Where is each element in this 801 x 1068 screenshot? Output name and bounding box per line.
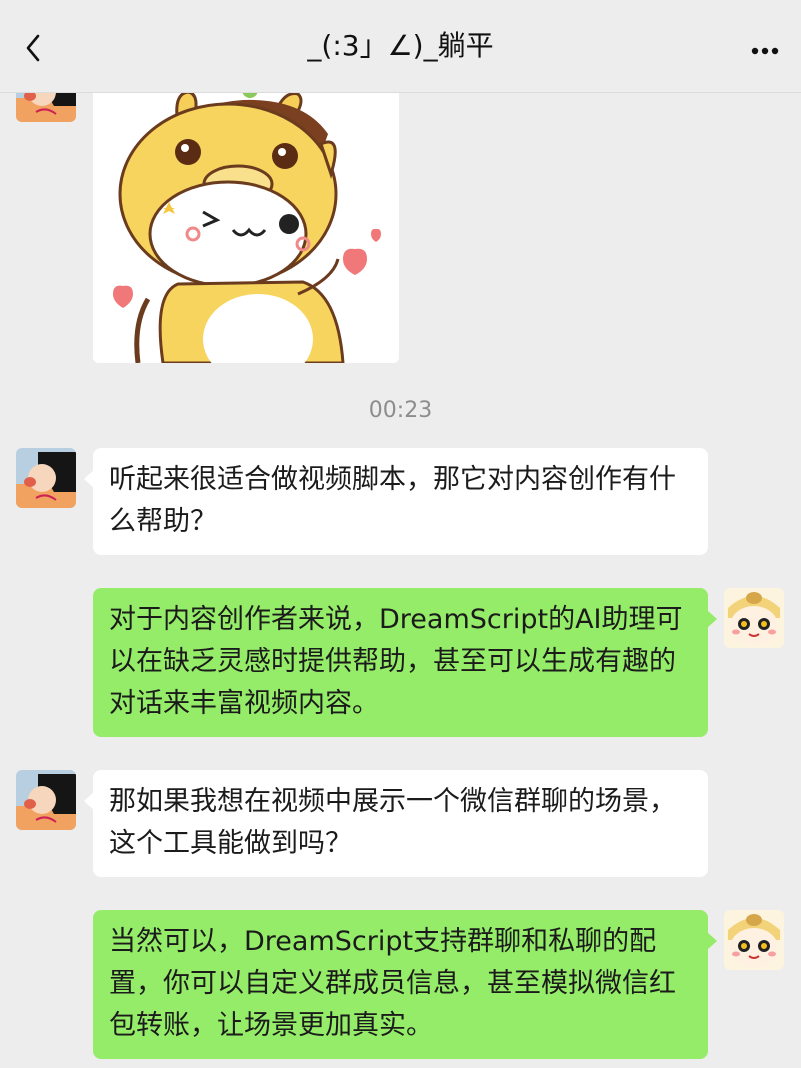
friend-avatar[interactable]: [16, 770, 76, 830]
friend-avatar[interactable]: [16, 92, 76, 122]
more-button[interactable]: [745, 30, 785, 66]
bubble-tail: [84, 792, 94, 810]
my-avatar[interactable]: [724, 910, 784, 970]
giraffe-cat-sticker-icon: [93, 92, 399, 363]
message-bubble[interactable]: 对于内容创作者来说，DreamScript的AI助理可以在缺乏灵感时提供帮助，甚…: [93, 588, 717, 737]
more-horizontal-icon: [751, 47, 779, 55]
friend-avatar[interactable]: [16, 448, 76, 508]
chat-message-list[interactable]: 00:23 听起来很适合做视频脚本，那它对内容创作有什么帮助？ 对于内容创作者来…: [0, 92, 801, 1068]
sticker-image[interactable]: [93, 92, 399, 363]
my-avatar-icon: [724, 588, 784, 648]
message-bubble[interactable]: 那如果我想在视频中展示一个微信群聊的场景，这个工具能做到吗？: [84, 770, 708, 877]
chat-title: _(:3」∠)_躺平: [307, 29, 494, 62]
bubble-tail: [707, 610, 717, 628]
bubble-tail: [84, 470, 94, 488]
message-text: 那如果我想在视频中展示一个微信群聊的场景，这个工具能做到吗？: [109, 786, 676, 859]
friend-avatar-icon: [16, 448, 76, 508]
bubble-tail: [707, 932, 717, 950]
my-avatar[interactable]: [724, 588, 784, 648]
message-bubble[interactable]: 听起来很适合做视频脚本，那它对内容创作有什么帮助？: [84, 448, 708, 555]
message-text: 当然可以，DreamScript支持群聊和私聊的配置，你可以自定义群成员信息，甚…: [109, 926, 676, 1041]
my-avatar-icon: [724, 910, 784, 970]
message-bubble[interactable]: 当然可以，DreamScript支持群聊和私聊的配置，你可以自定义群成员信息，甚…: [93, 910, 717, 1059]
friend-avatar-icon: [16, 92, 76, 122]
timestamp: 00:23: [368, 398, 433, 423]
message-text: 听起来很适合做视频脚本，那它对内容创作有什么帮助？: [109, 464, 676, 537]
chat-header: _(:3」∠)_躺平: [0, 0, 801, 93]
message-text: 对于内容创作者来说，DreamScript的AI助理可以在缺乏灵感时提供帮助，甚…: [109, 604, 683, 719]
friend-avatar-icon: [16, 770, 76, 830]
